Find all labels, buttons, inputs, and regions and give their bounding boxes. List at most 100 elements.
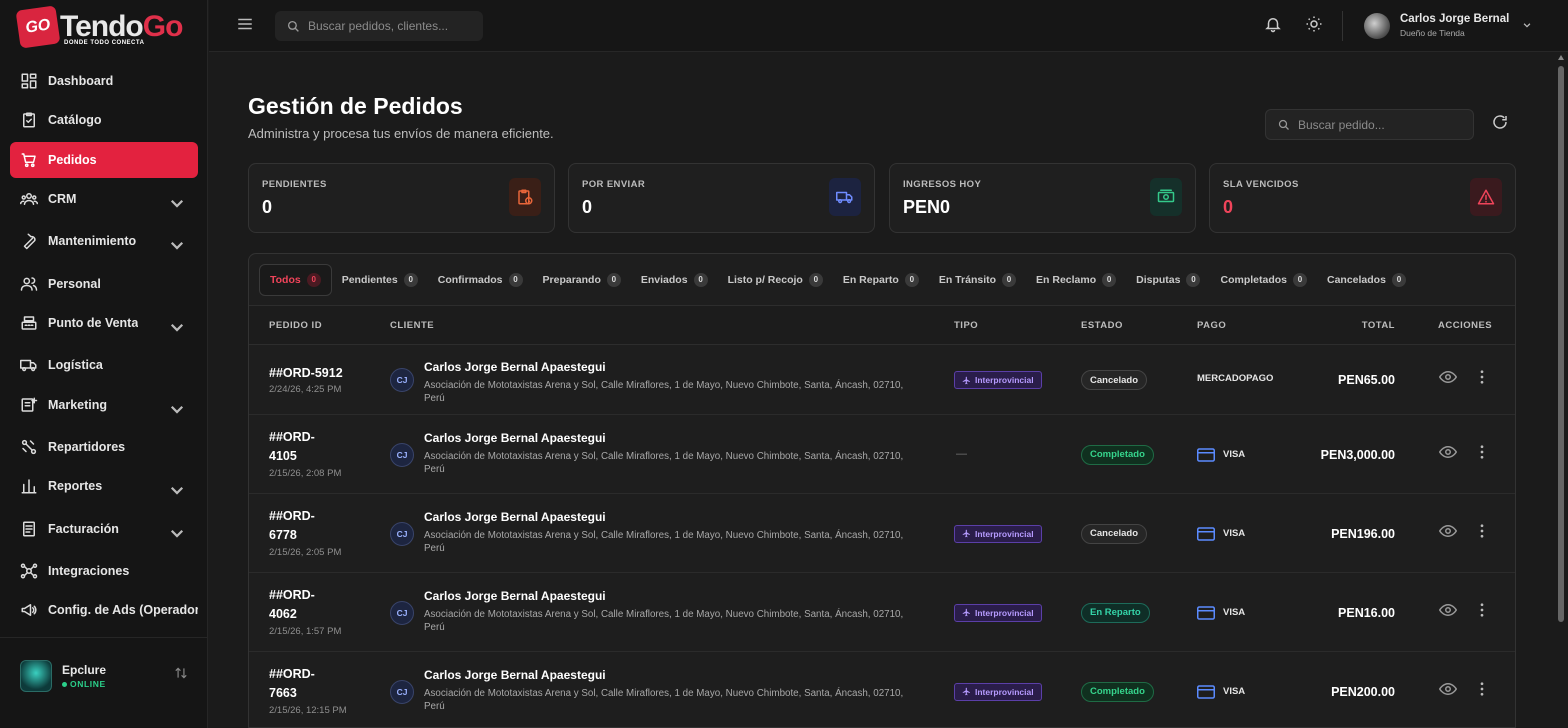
tab-todos[interactable]: Todos 0 xyxy=(259,264,332,296)
sidebar-item-catálogo[interactable]: Catálogo xyxy=(10,102,198,138)
tab-preparando[interactable]: Preparando 0 xyxy=(533,264,631,296)
eye-icon[interactable] xyxy=(1439,522,1457,540)
sidebar-item-personal[interactable]: Personal xyxy=(10,266,198,302)
stat-icon-box xyxy=(1470,178,1502,216)
tab-en-reclamo[interactable]: En Reclamo 0 xyxy=(1026,264,1126,296)
tab-completados[interactable]: Completados 0 xyxy=(1210,264,1317,296)
client-name[interactable]: Carlos Jorge Bernal Apaestegui xyxy=(424,510,606,524)
clipboard-icon xyxy=(23,112,35,128)
client-name[interactable]: Carlos Jorge Bernal Apaestegui xyxy=(424,431,606,445)
user-name[interactable]: Carlos Jorge Bernal xyxy=(1400,13,1509,25)
chevron-down-icon[interactable] xyxy=(1522,20,1532,30)
tab-cancelados[interactable]: Cancelados 0 xyxy=(1317,264,1416,296)
refresh-icon[interactable] xyxy=(1491,113,1509,131)
table-row[interactable]: ##ORD- 7663 2/15/26, 12:15 PM CJ Carlos Jorg… xyxy=(249,652,1515,727)
tab-en-reparto[interactable]: En Reparto 0 xyxy=(833,264,929,296)
bell-icon[interactable] xyxy=(1264,15,1282,33)
more-vertical-icon[interactable] xyxy=(1476,443,1488,461)
eye-icon[interactable] xyxy=(1439,601,1457,619)
sidebar-item-integraciones[interactable]: Integraciones xyxy=(10,553,198,589)
client-name[interactable]: Carlos Jorge Bernal Apaestegui xyxy=(424,589,606,603)
order-id[interactable]: ##ORD- 7663 xyxy=(269,665,359,703)
plane-icon xyxy=(962,376,970,384)
tab-confirmados[interactable]: Confirmados 0 xyxy=(428,264,533,296)
col-cliente[interactable]: CLIENTE xyxy=(390,320,434,331)
tab-en-tránsito[interactable]: En Tránsito 0 xyxy=(929,264,1026,296)
col-pago[interactable]: PAGO xyxy=(1197,320,1226,331)
sidebar-item-reportes[interactable]: Reportes xyxy=(10,468,198,504)
order-id[interactable]: ##ORD- 6778 xyxy=(269,507,359,545)
stat-label: INGRESOS HOY xyxy=(903,179,982,190)
tab-disputas[interactable]: Disputas 0 xyxy=(1126,264,1210,296)
sidebar-item-mantenimiento[interactable]: Mantenimiento xyxy=(10,223,198,259)
sidebar-item-logística[interactable]: Logística xyxy=(10,347,198,383)
stat-label: SLA VENCIDOS xyxy=(1223,179,1299,190)
store-switcher[interactable]: Epclure ONLINE xyxy=(0,637,208,728)
sidebar-item-marketing[interactable]: Marketing xyxy=(10,387,198,423)
tipo-badge: Interprovincial xyxy=(954,682,1042,701)
theme-toggle-icon[interactable] xyxy=(1305,15,1323,33)
order-id[interactable]: ##ORD- 4105 xyxy=(269,428,359,466)
order-id[interactable]: ##ORD- 4062 xyxy=(269,586,359,624)
tab-pendientes[interactable]: Pendientes 0 xyxy=(332,264,428,296)
chevron-down-icon xyxy=(170,241,184,250)
route-icon xyxy=(21,439,37,455)
swap-vertical-icon[interactable] xyxy=(174,666,188,680)
scrollbar-thumb[interactable] xyxy=(1558,66,1564,622)
order-total: PEN65.00 xyxy=(1338,373,1395,387)
brand-logo[interactable]: GO TendoGo DONDE TODO CONECTA xyxy=(15,5,183,49)
tipo-badge: Interprovincial xyxy=(954,603,1042,622)
client-avatar: CJ xyxy=(390,521,414,546)
tab-label: Disputas xyxy=(1136,274,1181,286)
sidebar-item-crm[interactable]: CRM xyxy=(10,181,198,217)
sidebar-item-config-de-ads-operador[interactable]: Config. de Ads (Operador xyxy=(10,592,198,628)
menu-icon[interactable] xyxy=(236,15,254,33)
tab-label: Cancelados xyxy=(1327,274,1386,286)
page-scrollbar[interactable] xyxy=(1555,52,1568,728)
megaphone-icon xyxy=(21,604,37,616)
sidebar-item-dashboard[interactable]: Dashboard xyxy=(10,63,198,99)
order-search-input[interactable] xyxy=(1298,117,1468,132)
order-search[interactable] xyxy=(1265,109,1474,140)
status-badge: Completado xyxy=(1081,681,1154,702)
global-search[interactable] xyxy=(275,11,483,41)
status-badge: Cancelado xyxy=(1081,370,1148,390)
eye-icon[interactable] xyxy=(1439,443,1457,461)
col-total[interactable]: TOTAL xyxy=(1362,320,1395,331)
tab-enviados[interactable]: Enviados 0 xyxy=(631,264,718,296)
sidebar-item-punto-de-venta[interactable]: Punto de Venta xyxy=(10,305,198,341)
more-vertical-icon[interactable] xyxy=(1476,368,1488,386)
tab-count-badge: 0 xyxy=(306,273,321,287)
more-vertical-icon[interactable] xyxy=(1476,601,1488,619)
table-row[interactable]: ##ORD- 4062 2/15/26, 1:57 PM CJ Carlos Jorge… xyxy=(249,573,1515,652)
client-name[interactable]: Carlos Jorge Bernal Apaestegui xyxy=(424,360,606,374)
order-id[interactable]: ##ORD-5912 xyxy=(269,364,359,383)
table-row[interactable]: ##ORD- 4105 2/15/26, 2:08 PM CJ Carlos Jorge… xyxy=(249,415,1515,494)
sidebar-item-facturación[interactable]: Facturación xyxy=(10,511,198,547)
payment-label: VISA xyxy=(1223,528,1246,539)
stat-icon-box xyxy=(1150,178,1182,216)
eye-icon[interactable] xyxy=(1439,680,1457,698)
tab-count-badge: 0 xyxy=(1102,273,1117,287)
user-avatar[interactable] xyxy=(1364,13,1390,39)
table-row[interactable]: ##ORD- 6778 2/15/26, 2:05 PM CJ Carlos Jorge… xyxy=(249,494,1515,573)
more-vertical-icon[interactable] xyxy=(1476,522,1488,540)
col-tipo[interactable]: TIPO xyxy=(954,320,978,331)
eye-icon[interactable] xyxy=(1439,368,1457,386)
status-badge: En Reparto xyxy=(1081,602,1150,623)
tab-count-badge: 0 xyxy=(1002,273,1017,287)
more-vertical-icon[interactable] xyxy=(1476,680,1488,698)
scroll-up-arrow[interactable] xyxy=(1558,55,1564,60)
col-pedido-id[interactable]: PEDIDO ID xyxy=(269,320,322,331)
search-icon xyxy=(1278,119,1289,130)
table-row[interactable]: ##ORD-5912 2/24/26, 4:25 PM CJ Carlos Jorge… xyxy=(249,345,1515,415)
warning-icon xyxy=(1477,189,1495,205)
sidebar-item-pedidos[interactable]: Pedidos xyxy=(10,142,198,178)
client-name[interactable]: Carlos Jorge Bernal Apaestegui xyxy=(424,668,606,682)
payment-method: VISA xyxy=(1197,526,1246,541)
sidebar: GO TendoGo DONDE TODO CONECTA Dashboard C… xyxy=(0,0,208,728)
tab-listo-p-recojo[interactable]: Listo p/ Recojo 0 xyxy=(718,264,833,296)
global-search-input[interactable] xyxy=(308,19,478,33)
sidebar-item-repartidores[interactable]: Repartidores xyxy=(10,429,198,465)
col-estado[interactable]: ESTADO xyxy=(1081,320,1123,331)
